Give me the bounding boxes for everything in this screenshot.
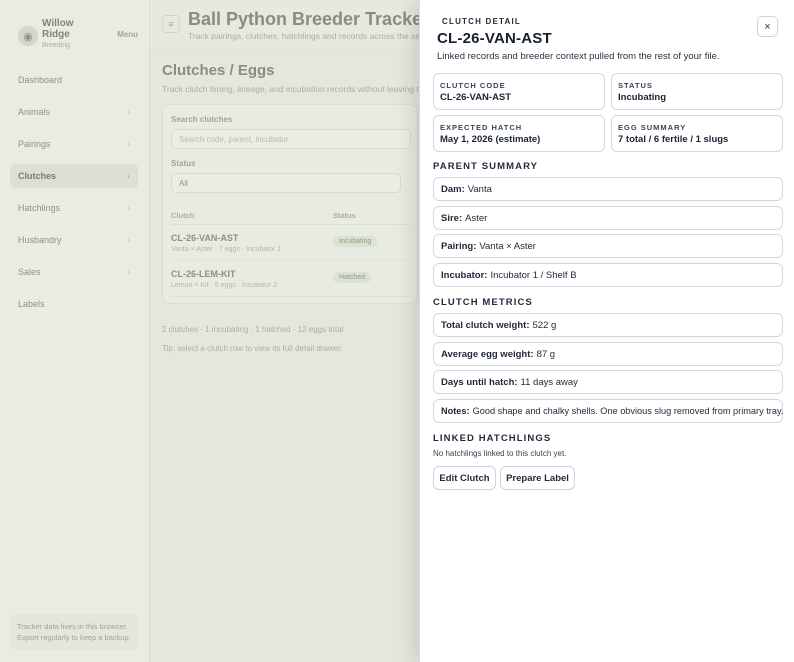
average-weight-value: 87 g — [536, 348, 556, 360]
egg-summary-card: Egg Summary 7 total / 6 fertile / 1 slug… — [611, 115, 783, 152]
drawer-eyebrow: Clutch Detail — [442, 17, 521, 26]
notes-row: Notes: Good shape and chalky shells. One … — [433, 399, 783, 423]
days-until-hatch-key: Days until hatch: — [441, 376, 518, 388]
expected-hatch-label: Expected Hatch — [440, 123, 523, 132]
edit-clutch-button[interactable]: Edit Clutch — [433, 466, 496, 490]
total-weight-row: Total clutch weight: 522 g — [433, 313, 783, 337]
clutch-code-card: Clutch Code CL-26-VAN-AST — [433, 73, 605, 110]
sire-row: Sire: Aster — [433, 206, 783, 230]
total-weight-value: 522 g — [532, 319, 557, 331]
notes-value: Good shape and chalky shells. One obviou… — [472, 406, 784, 416]
sire-key: Sire: — [441, 212, 463, 224]
expected-hatch-value: May 1, 2026 (estimate) — [440, 134, 541, 145]
pairing-value: Vanta × Aster — [479, 240, 536, 252]
incubator-key: Incubator: — [441, 269, 488, 281]
expected-hatch-card: Expected Hatch May 1, 2026 (estimate) — [433, 115, 605, 152]
clutch-code-value: CL-26-VAN-AST — [440, 92, 512, 103]
drawer-subtitle: Linked records and breeder context pulle… — [437, 51, 720, 62]
incubator-value: Incubator 1 / Shelf B — [490, 269, 577, 281]
pairing-key: Pairing: — [441, 240, 477, 252]
dam-row: Dam: Vanta — [433, 177, 783, 201]
average-weight-key: Average egg weight: — [441, 348, 534, 360]
parent-summary-heading: Parent Summary — [433, 161, 539, 172]
clutch-code-label: Clutch Code — [440, 81, 506, 90]
close-icon: × — [764, 20, 771, 33]
days-until-hatch-value: 11 days away — [520, 376, 578, 388]
overlay-scrim[interactable] — [0, 0, 419, 662]
clutch-detail-drawer: Clutch Detail CL-26-VAN-AST Linked recor… — [419, 0, 794, 662]
close-button[interactable]: × — [757, 16, 778, 37]
hatchlings-empty-message: No hatchlings linked to this clutch yet. — [433, 449, 567, 458]
egg-summary-label: Egg Summary — [618, 123, 687, 132]
status-card: Status Incubating — [611, 73, 783, 110]
sire-value: Aster — [465, 212, 488, 224]
incubator-row: Incubator: Incubator 1 / Shelf B — [433, 263, 783, 287]
status-label: Status — [618, 81, 653, 90]
pairing-row: Pairing: Vanta × Aster — [433, 234, 783, 258]
linked-hatchlings-heading: Linked Hatchlings — [433, 433, 552, 444]
drawer-title: CL-26-VAN-AST — [437, 30, 552, 47]
prepare-label-button[interactable]: Prepare Label — [500, 466, 575, 490]
total-weight-key: Total clutch weight: — [441, 319, 530, 331]
days-until-hatch-row: Days until hatch: 11 days away — [433, 370, 783, 394]
egg-summary-value: 7 total / 6 fertile / 1 slugs — [618, 134, 729, 145]
dam-value: Vanta — [467, 183, 492, 195]
average-weight-row: Average egg weight: 87 g — [433, 342, 783, 366]
notes-key: Notes: — [441, 406, 470, 416]
clutch-metrics-heading: Clutch Metrics — [433, 297, 533, 308]
dam-key: Dam: — [441, 183, 465, 195]
status-value: Incubating — [618, 92, 667, 103]
